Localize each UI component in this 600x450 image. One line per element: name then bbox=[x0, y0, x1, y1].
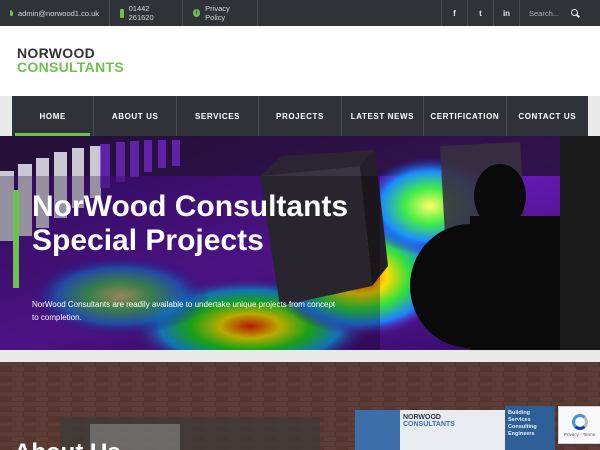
email-text: admin@norwood1.co.uk bbox=[18, 8, 99, 18]
nav-item-contact-us[interactable]: CONTACT US bbox=[507, 96, 588, 136]
hero-description: NorWood Consultants are readily availabl… bbox=[32, 300, 336, 322]
building-side-sign: Building Services Consulting Engineers bbox=[508, 410, 537, 438]
linkedin-icon[interactable]: in bbox=[493, 0, 519, 26]
recaptcha-links[interactable]: Privacy - Terms bbox=[564, 432, 595, 437]
hero-accent-bar bbox=[13, 190, 19, 288]
phone-text: 01442 261620 bbox=[128, 4, 154, 22]
about-heading: About Us bbox=[14, 440, 121, 450]
sign-side-4: Engineers bbox=[508, 431, 535, 437]
sign-side-2: Services bbox=[508, 417, 531, 423]
phone-icon bbox=[120, 8, 124, 18]
email-link[interactable]: admin@norwood1.co.uk bbox=[0, 0, 110, 26]
logo-line-1: NORWOOD bbox=[17, 45, 96, 61]
nav-item-home[interactable]: HOME bbox=[12, 96, 95, 136]
privacy-policy-link[interactable]: i Privacy Policy bbox=[183, 0, 258, 26]
top-bar: admin@norwood1.co.uk 01442 261620 i Priv… bbox=[0, 0, 600, 26]
sign-side-1: Building bbox=[508, 410, 530, 416]
nav-item-about-us[interactable]: ABOUT US bbox=[94, 96, 177, 136]
sign-side-3: Consulting bbox=[508, 424, 537, 430]
about-section: NORWOOD CONSULTANTS Building Services Co… bbox=[0, 362, 600, 450]
hero-title: NorWood Consultants Special Projects bbox=[32, 190, 349, 257]
nav-item-services[interactable]: SERVICES bbox=[177, 96, 260, 136]
search-icon[interactable] bbox=[571, 9, 578, 16]
nav-item-projects[interactable]: PROJECTS bbox=[259, 96, 342, 136]
twitter-icon[interactable]: t bbox=[467, 0, 493, 26]
nav-item-certification[interactable]: CERTIFICATION bbox=[424, 96, 507, 136]
site-header: NORWOOD CONSULTANTS bbox=[0, 26, 600, 96]
search-box bbox=[519, 0, 600, 26]
recaptcha-badge[interactable]: Privacy - Terms bbox=[558, 406, 600, 444]
main-nav: HOME ABOUT US SERVICES PROJECTS LATEST N… bbox=[12, 96, 588, 136]
info-icon: i bbox=[193, 9, 201, 17]
section-divider bbox=[0, 350, 600, 362]
site-logo[interactable]: NORWOOD CONSULTANTS bbox=[17, 46, 124, 74]
nav-item-latest-news[interactable]: LATEST NEWS bbox=[342, 96, 425, 136]
facebook-icon[interactable]: f bbox=[441, 0, 467, 26]
privacy-policy-text: Privacy Policy bbox=[205, 4, 230, 22]
logo-line-2: CONSULTANTS bbox=[17, 59, 124, 75]
recaptcha-icon bbox=[571, 413, 588, 430]
sign-line-2: CONSULTANTS bbox=[403, 421, 455, 428]
sign-line-1: NORWOOD bbox=[403, 414, 441, 421]
envelope-icon bbox=[10, 10, 13, 16]
phone-link[interactable]: 01442 261620 bbox=[110, 0, 183, 26]
building-sign: NORWOOD CONSULTANTS bbox=[403, 414, 455, 428]
hero-slider: NorWood Consultants Special Projects Nor… bbox=[0, 136, 600, 350]
